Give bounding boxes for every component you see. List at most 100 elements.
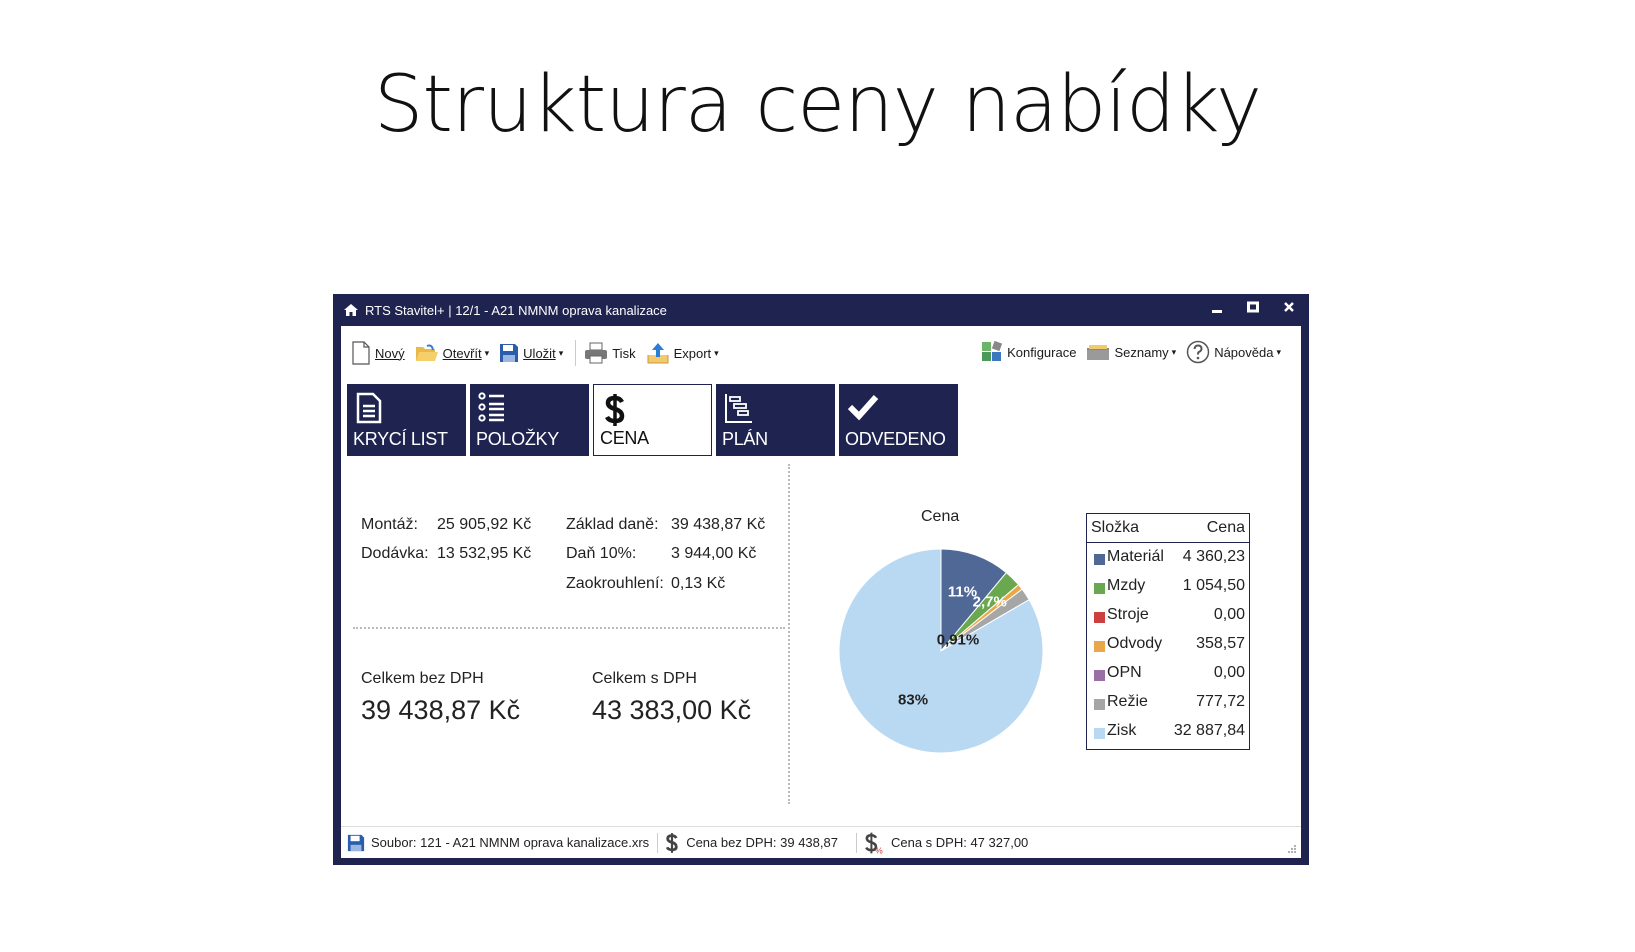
svg-text:%: % (875, 845, 883, 854)
legend-header: Složka Cena (1087, 514, 1249, 543)
save-button[interactable]: Uložit ▾ (499, 343, 563, 363)
document-icon (356, 392, 382, 424)
zaokrouhleni-value: 0,13 Kč (671, 575, 726, 592)
status-price-no-vat: Cena bez DPH: 39 438,87 (664, 832, 838, 854)
dodavka-value: 13 532,95 Kč (437, 545, 532, 562)
help-icon (1186, 340, 1210, 364)
tab-kryci-list[interactable]: KRYCÍ LIST (347, 384, 466, 456)
tab-odvedeno[interactable]: ODVEDENO (839, 384, 958, 456)
print-label: Tisk (612, 345, 636, 361)
legend-row: Materiál 4 360,23 (1087, 543, 1249, 572)
tab-polozky[interactable]: POLOŽKY (470, 384, 589, 456)
tab-cena-label: CENA (600, 428, 649, 448)
dollar-icon (666, 832, 678, 853)
maximize-icon (1247, 301, 1259, 313)
window-title: RTS Stavitel+ | 12/1 - A21 NMNM oprava k… (365, 302, 667, 318)
pie-slice-label: 0,91% (937, 632, 980, 649)
minimize-icon (1212, 310, 1222, 313)
export-icon (647, 343, 669, 364)
printer-icon (585, 342, 608, 364)
status-file: Soubor: 121 - A21 NMNM oprava kanalizace… (347, 834, 649, 852)
open-button[interactable]: Otevřít ▾ (415, 342, 490, 364)
legend-swatch (1094, 670, 1105, 681)
total-vat-value: 43 383,00 Kč (592, 695, 752, 725)
legend-value: 0,00 (1213, 606, 1245, 623)
legend-value: 777,72 (1196, 693, 1245, 710)
legend-label: Zisk (1107, 722, 1137, 739)
legend-value: 0,00 (1213, 664, 1245, 681)
status-separator (657, 832, 659, 853)
help-button[interactable]: Nápověda ▾ (1186, 340, 1281, 364)
legend-value: 358,57 (1196, 635, 1245, 652)
legend-swatch (1094, 728, 1105, 739)
lists-dropdown-caret[interactable]: ▾ (1172, 347, 1177, 358)
zaklad-dane-value: 39 438,87 Kč (671, 516, 766, 533)
legend-label: Režie (1107, 693, 1148, 710)
maximize-button[interactable] (1245, 300, 1261, 318)
check-icon (847, 394, 879, 421)
status-bar: Soubor: 121 - A21 NMNM oprava kanalizace… (341, 826, 1301, 858)
legend-label: OPN (1107, 664, 1142, 681)
open-dropdown-caret[interactable]: ▾ (485, 348, 490, 359)
legend-row: Stroje 0,00 (1087, 601, 1249, 630)
legend-row: OPN 0,00 (1087, 659, 1249, 688)
total-no-vat-value: 39 438,87 Kč (361, 695, 521, 725)
help-dropdown-caret[interactable]: ▾ (1276, 347, 1281, 358)
legend-row: Mzdy 1 054,50 (1087, 572, 1249, 601)
dodavka-label: Dodávka: (361, 545, 429, 562)
legend-swatch (1094, 554, 1105, 565)
save-dropdown-caret[interactable]: ▾ (559, 348, 564, 359)
lists-button[interactable]: Seznamy ▾ (1086, 342, 1176, 362)
legend-row: Odvody 358,57 (1087, 630, 1249, 659)
close-button[interactable] (1281, 300, 1297, 318)
tab-cena[interactable]: CENA (593, 384, 712, 456)
status-price-vat: % Cena s DPH: 47 327,00 (863, 832, 1028, 854)
legend-row: Režie 777,72 (1087, 688, 1249, 717)
horizontal-divider (353, 627, 785, 629)
pie-slice-label: 2,7% (973, 594, 1007, 611)
slide-title: Struktura ceny nabídky (373, 60, 1262, 150)
new-label: Nový (375, 345, 405, 361)
new-document-icon (352, 341, 370, 365)
status-separator (855, 832, 857, 853)
resize-grip-icon[interactable] (1287, 844, 1297, 854)
legend-label: Stroje (1107, 606, 1149, 623)
open-folder-icon (415, 344, 438, 361)
legend-label: Odvody (1107, 635, 1163, 652)
status-file-text: Soubor: 121 - A21 NMNM oprava kanalizace… (371, 835, 650, 850)
dan-label: Daň 10%: (566, 545, 637, 562)
toolbar-separator (575, 340, 577, 366)
legend-swatch (1094, 699, 1105, 710)
legend-label: Mzdy (1107, 577, 1146, 594)
tab-plan[interactable]: PLÁN (716, 384, 835, 456)
dollar-icon (604, 394, 625, 426)
status-price-no-vat-text: Cena bez DPH: 39 438,87 (686, 835, 838, 850)
export-dropdown-caret[interactable]: ▾ (714, 348, 719, 359)
title-bar: RTS Stavitel+ | 12/1 - A21 NMNM oprava k… (333, 294, 1309, 326)
list-icon (478, 392, 504, 422)
main-tabs: KRYCÍ LIST POLOŽKY CENA PLÁN ODVEDENO (347, 384, 958, 456)
config-icon (982, 341, 1003, 361)
minimize-button[interactable] (1209, 300, 1225, 318)
chart-title: Cena (921, 508, 960, 525)
config-label: Konfigurace (1007, 344, 1077, 360)
zaklad-dane-label: Základ daně: (566, 516, 659, 533)
tab-polozky-label: POLOŽKY (476, 429, 559, 449)
price-pie-chart: 11%2,7%0,91%83% (838, 548, 1044, 754)
new-button[interactable]: Nový (351, 341, 405, 365)
close-icon (1284, 302, 1294, 312)
open-label: Otevřít (442, 345, 482, 361)
home-icon (344, 304, 358, 316)
legend-swatch (1094, 583, 1105, 594)
export-button[interactable]: Export ▾ (646, 341, 719, 365)
legend-header-name: Složka (1091, 519, 1140, 536)
save-icon (347, 834, 365, 851)
legend-value: 4 360,23 (1182, 548, 1245, 565)
montaz-label: Montáž: (361, 516, 418, 533)
pie-slice-label: 83% (898, 692, 928, 709)
print-button[interactable]: Tisk (584, 342, 636, 364)
config-button[interactable]: Konfigurace (981, 341, 1076, 363)
legend-header-value: Cena (1206, 519, 1245, 536)
legend-value: 32 887,84 (1173, 722, 1245, 739)
tab-odvedeno-label: ODVEDENO (845, 429, 946, 449)
